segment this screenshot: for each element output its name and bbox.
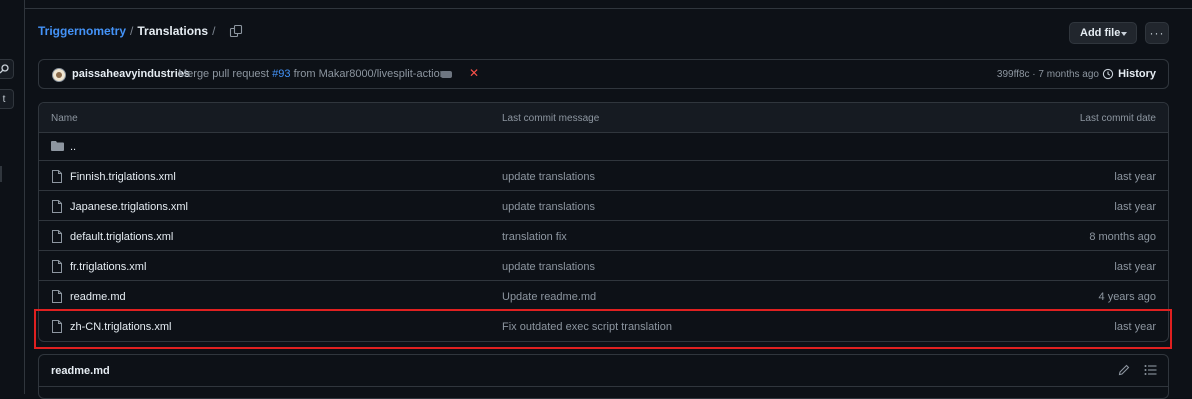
commit-sha-time[interactable]: 399ff8c · 7 months ago <box>997 69 1099 80</box>
top-divider <box>24 0 1192 9</box>
pull-request-link[interactable]: #93 <box>272 68 290 80</box>
file-name-link[interactable]: readme.md <box>70 291 126 303</box>
file-icon <box>52 260 62 273</box>
file-name-link[interactable]: Japanese.triglations.xml <box>70 201 188 213</box>
kebab-icon: ··· <box>1149 26 1165 40</box>
add-file-button[interactable]: Add file <box>1069 22 1137 44</box>
table-row[interactable]: Finnish.triglations.xml update translati… <box>39 162 1168 191</box>
history-icon <box>1102 68 1114 80</box>
commit-message[interactable]: Merge pull request #93 from Makar8000/li… <box>178 68 446 80</box>
file-commit-message[interactable]: update translations <box>502 201 595 213</box>
file-commit-date: last year <box>1114 201 1156 213</box>
add-file-label: Add file <box>1080 27 1121 39</box>
file-commit-message[interactable]: Update readme.md <box>502 291 596 303</box>
breadcrumb-current-folder: Translations <box>137 24 209 38</box>
table-header: Name Last commit message Last commit dat… <box>39 103 1168 133</box>
readme-title[interactable]: readme.md <box>51 365 110 377</box>
file-table: Name Last commit message Last commit dat… <box>38 102 1169 342</box>
file-commit-date: last year <box>1114 171 1156 183</box>
pencil-icon[interactable] <box>1118 364 1130 376</box>
file-commit-date: last year <box>1114 261 1156 273</box>
file-icon <box>52 230 62 243</box>
file-commit-message[interactable]: Fix outdated exec script translation <box>502 321 672 333</box>
parent-directory-row[interactable]: .. <box>39 132 1168 161</box>
file-name-link[interactable]: Finnish.triglations.xml <box>70 171 176 183</box>
folder-icon <box>51 141 64 151</box>
copy-path-icon[interactable] <box>229 24 243 38</box>
commit-message-suffix: from Makar8000/livesplit-action <box>290 68 446 80</box>
commit-author-link[interactable]: paissaheavyindustries <box>72 68 190 80</box>
expand-message-icon[interactable] <box>441 71 452 78</box>
table-row[interactable]: fr.triglations.xml update translations l… <box>39 252 1168 281</box>
sidebar-active-marker <box>0 166 2 182</box>
file-icon <box>52 290 62 303</box>
left-sidebar: t <box>0 0 25 394</box>
table-row[interactable]: Japanese.triglations.xml update translat… <box>39 192 1168 221</box>
sidebar-search-button[interactable] <box>0 59 14 79</box>
file-commit-message[interactable]: update translations <box>502 171 595 183</box>
more-options-button[interactable]: ··· <box>1145 22 1169 44</box>
table-row[interactable]: zh-CN.triglations.xml Fix outdated exec … <box>39 312 1168 341</box>
author-avatar[interactable] <box>52 68 66 82</box>
table-row[interactable]: readme.md Update readme.md 4 years ago <box>39 282 1168 311</box>
parent-directory-link[interactable]: .. <box>70 141 76 153</box>
file-name-link[interactable]: fr.triglations.xml <box>70 261 146 273</box>
chevron-down-icon <box>1121 32 1127 36</box>
file-commit-date: last year <box>1114 321 1156 333</box>
readme-panel: readme.md <box>38 354 1169 399</box>
file-name-link[interactable]: zh-CN.triglations.xml <box>70 321 171 333</box>
file-name-link[interactable]: default.triglations.xml <box>70 231 173 243</box>
header-last-commit-message: Last commit message <box>502 113 600 124</box>
file-commit-message[interactable]: update translations <box>502 261 595 273</box>
latest-commit-bar: paissaheavyindustries Merge pull request… <box>38 59 1169 89</box>
header-last-commit-date: Last commit date <box>1079 113 1156 124</box>
history-button[interactable]: History <box>1102 68 1156 80</box>
breadcrumb: Triggernometry / Translations / <box>38 24 243 38</box>
table-row[interactable]: default.triglations.xml translation fix … <box>39 222 1168 251</box>
header-name: Name <box>51 113 78 124</box>
file-icon <box>52 200 62 213</box>
readme-header: readme.md <box>39 355 1168 387</box>
file-icon <box>52 320 62 333</box>
search-icon <box>0 64 9 74</box>
file-commit-date: 4 years ago <box>1098 291 1156 303</box>
sidebar-button-label: t <box>2 93 6 105</box>
sidebar-t-button[interactable]: t <box>0 89 14 109</box>
breadcrumb-repo-link[interactable]: Triggernometry <box>38 24 126 38</box>
check-failed-icon[interactable]: ✕ <box>469 66 479 80</box>
breadcrumb-separator: / <box>212 24 216 38</box>
history-label: History <box>1118 68 1156 80</box>
file-commit-message[interactable]: translation fix <box>502 231 567 243</box>
file-commit-date: 8 months ago <box>1089 231 1156 243</box>
file-icon <box>52 170 62 183</box>
commit-message-prefix: Merge pull request <box>178 68 273 80</box>
breadcrumb-separator: / <box>130 24 134 38</box>
outline-list-icon[interactable] <box>1144 364 1157 376</box>
